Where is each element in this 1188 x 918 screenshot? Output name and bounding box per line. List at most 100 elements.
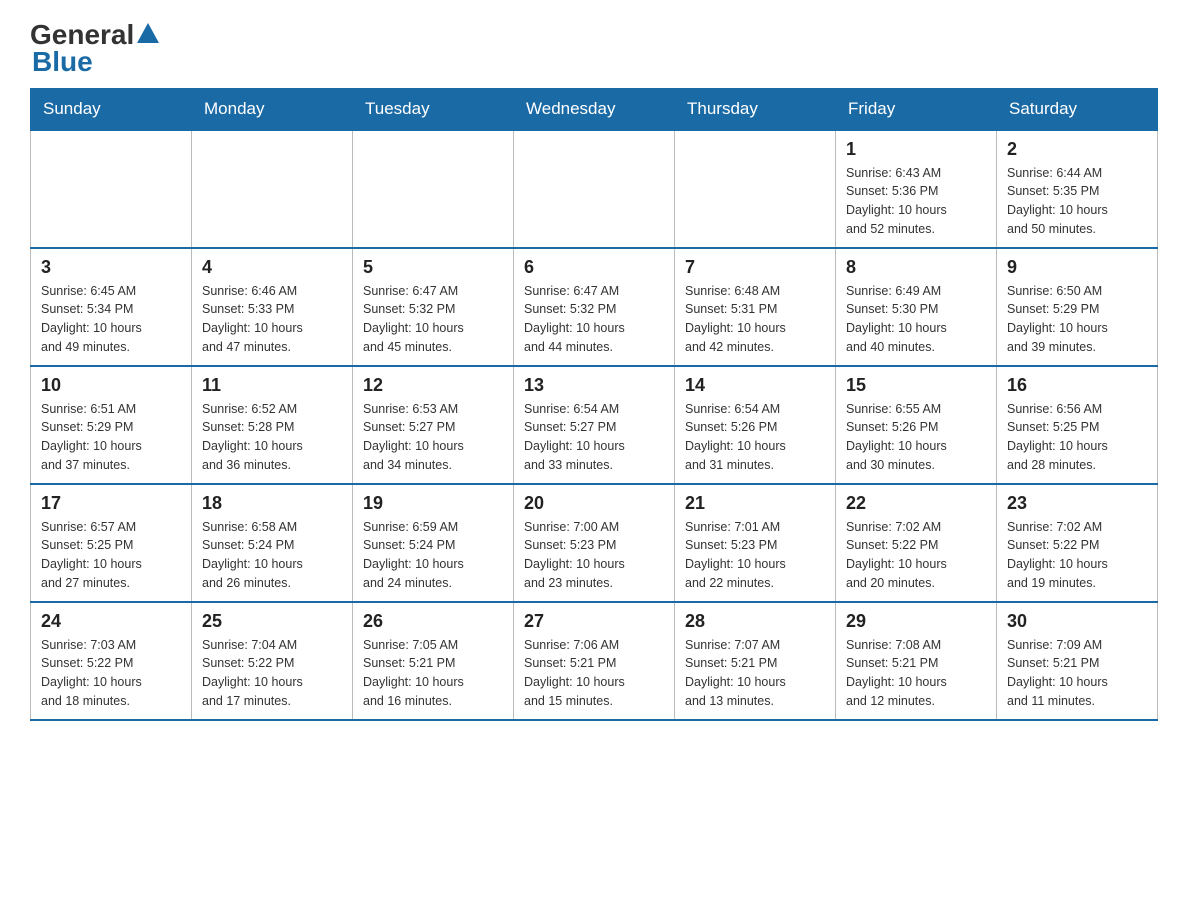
day-number: 3 (41, 257, 181, 278)
calendar-cell: 9 Sunrise: 6:50 AM Sunset: 5:29 PM Daylig… (997, 248, 1158, 366)
calendar-cell: 21 Sunrise: 7:01 AM Sunset: 5:23 PM Dayli… (675, 484, 836, 602)
page-header: General Blue (30, 20, 1158, 78)
week-row-4: 17 Sunrise: 6:57 AM Sunset: 5:25 PM Dayli… (31, 484, 1158, 602)
calendar-cell: 27 Sunrise: 7:06 AM Sunset: 5:21 PM Dayli… (514, 602, 675, 720)
calendar-cell: 7 Sunrise: 6:48 AM Sunset: 5:31 PM Daylig… (675, 248, 836, 366)
day-number: 10 (41, 375, 181, 396)
day-number: 17 (41, 493, 181, 514)
day-number: 5 (363, 257, 503, 278)
day-number: 23 (1007, 493, 1147, 514)
day-number: 28 (685, 611, 825, 632)
day-info: Sunrise: 6:50 AM Sunset: 5:29 PM Dayligh… (1007, 282, 1147, 357)
day-info: Sunrise: 6:55 AM Sunset: 5:26 PM Dayligh… (846, 400, 986, 475)
day-info: Sunrise: 6:44 AM Sunset: 5:35 PM Dayligh… (1007, 164, 1147, 239)
day-number: 21 (685, 493, 825, 514)
day-info: Sunrise: 6:46 AM Sunset: 5:33 PM Dayligh… (202, 282, 342, 357)
header-friday: Friday (836, 88, 997, 130)
day-info: Sunrise: 7:02 AM Sunset: 5:22 PM Dayligh… (846, 518, 986, 593)
day-info: Sunrise: 6:54 AM Sunset: 5:26 PM Dayligh… (685, 400, 825, 475)
day-number: 8 (846, 257, 986, 278)
header-sunday: Sunday (31, 88, 192, 130)
day-number: 30 (1007, 611, 1147, 632)
calendar-cell: 16 Sunrise: 6:56 AM Sunset: 5:25 PM Dayli… (997, 366, 1158, 484)
calendar-cell: 5 Sunrise: 6:47 AM Sunset: 5:32 PM Daylig… (353, 248, 514, 366)
day-number: 16 (1007, 375, 1147, 396)
day-number: 7 (685, 257, 825, 278)
day-number: 1 (846, 139, 986, 160)
calendar-cell: 3 Sunrise: 6:45 AM Sunset: 5:34 PM Daylig… (31, 248, 192, 366)
day-info: Sunrise: 6:57 AM Sunset: 5:25 PM Dayligh… (41, 518, 181, 593)
day-number: 29 (846, 611, 986, 632)
week-row-5: 24 Sunrise: 7:03 AM Sunset: 5:22 PM Dayli… (31, 602, 1158, 720)
calendar-cell: 14 Sunrise: 6:54 AM Sunset: 5:26 PM Dayli… (675, 366, 836, 484)
day-number: 14 (685, 375, 825, 396)
logo: General Blue (30, 20, 162, 78)
day-info: Sunrise: 6:56 AM Sunset: 5:25 PM Dayligh… (1007, 400, 1147, 475)
calendar-cell: 26 Sunrise: 7:05 AM Sunset: 5:21 PM Dayli… (353, 602, 514, 720)
day-number: 26 (363, 611, 503, 632)
calendar-cell: 15 Sunrise: 6:55 AM Sunset: 5:26 PM Dayli… (836, 366, 997, 484)
day-number: 2 (1007, 139, 1147, 160)
day-info: Sunrise: 6:59 AM Sunset: 5:24 PM Dayligh… (363, 518, 503, 593)
calendar-cell: 10 Sunrise: 6:51 AM Sunset: 5:29 PM Dayli… (31, 366, 192, 484)
header-wednesday: Wednesday (514, 88, 675, 130)
calendar-cell: 22 Sunrise: 7:02 AM Sunset: 5:22 PM Dayli… (836, 484, 997, 602)
calendar-cell: 29Sunrise: 7:08 AM Sunset: 5:21 PM Dayli… (836, 602, 997, 720)
calendar-cell (675, 130, 836, 248)
day-number: 4 (202, 257, 342, 278)
day-number: 11 (202, 375, 342, 396)
day-info: Sunrise: 7:03 AM Sunset: 5:22 PM Dayligh… (41, 636, 181, 711)
day-info: Sunrise: 7:06 AM Sunset: 5:21 PM Dayligh… (524, 636, 664, 711)
header-thursday: Thursday (675, 88, 836, 130)
day-info: Sunrise: 7:04 AM Sunset: 5:22 PM Dayligh… (202, 636, 342, 711)
calendar-cell (31, 130, 192, 248)
calendar-cell: 24 Sunrise: 7:03 AM Sunset: 5:22 PM Dayli… (31, 602, 192, 720)
calendar-cell: 6Sunrise: 6:47 AM Sunset: 5:32 PM Daylig… (514, 248, 675, 366)
day-info: Sunrise: 6:45 AM Sunset: 5:34 PM Dayligh… (41, 282, 181, 357)
day-info: Sunrise: 6:49 AM Sunset: 5:30 PM Dayligh… (846, 282, 986, 357)
logo-blue-text: Blue (32, 47, 93, 78)
week-row-3: 10 Sunrise: 6:51 AM Sunset: 5:29 PM Dayli… (31, 366, 1158, 484)
calendar-table: SundayMondayTuesdayWednesdayThursdayFrid… (30, 88, 1158, 721)
week-row-1: 1 Sunrise: 6:43 AM Sunset: 5:36 PM Daylig… (31, 130, 1158, 248)
day-info: Sunrise: 7:05 AM Sunset: 5:21 PM Dayligh… (363, 636, 503, 711)
day-info: Sunrise: 6:53 AM Sunset: 5:27 PM Dayligh… (363, 400, 503, 475)
day-info: Sunrise: 7:01 AM Sunset: 5:23 PM Dayligh… (685, 518, 825, 593)
week-row-2: 3 Sunrise: 6:45 AM Sunset: 5:34 PM Daylig… (31, 248, 1158, 366)
day-info: Sunrise: 6:58 AM Sunset: 5:24 PM Dayligh… (202, 518, 342, 593)
calendar-cell (192, 130, 353, 248)
day-info: Sunrise: 7:07 AM Sunset: 5:21 PM Dayligh… (685, 636, 825, 711)
day-number: 27 (524, 611, 664, 632)
day-number: 22 (846, 493, 986, 514)
day-info: Sunrise: 6:43 AM Sunset: 5:36 PM Dayligh… (846, 164, 986, 239)
day-info: Sunrise: 6:48 AM Sunset: 5:31 PM Dayligh… (685, 282, 825, 357)
day-info: Sunrise: 6:47 AM Sunset: 5:32 PM Dayligh… (363, 282, 503, 357)
day-info: Sunrise: 6:47 AM Sunset: 5:32 PM Dayligh… (524, 282, 664, 357)
calendar-cell (514, 130, 675, 248)
calendar-cell: 25 Sunrise: 7:04 AM Sunset: 5:22 PM Dayli… (192, 602, 353, 720)
header-tuesday: Tuesday (353, 88, 514, 130)
day-info: Sunrise: 7:00 AM Sunset: 5:23 PM Dayligh… (524, 518, 664, 593)
day-info: Sunrise: 7:02 AM Sunset: 5:22 PM Dayligh… (1007, 518, 1147, 593)
calendar-cell: 2 Sunrise: 6:44 AM Sunset: 5:35 PM Daylig… (997, 130, 1158, 248)
day-info: Sunrise: 6:51 AM Sunset: 5:29 PM Dayligh… (41, 400, 181, 475)
day-number: 13 (524, 375, 664, 396)
calendar-cell: 12 Sunrise: 6:53 AM Sunset: 5:27 PM Dayli… (353, 366, 514, 484)
calendar-cell: 23 Sunrise: 7:02 AM Sunset: 5:22 PM Dayli… (997, 484, 1158, 602)
day-info: Sunrise: 7:09 AM Sunset: 5:21 PM Dayligh… (1007, 636, 1147, 711)
calendar-cell: 8 Sunrise: 6:49 AM Sunset: 5:30 PM Daylig… (836, 248, 997, 366)
calendar-cell: 4 Sunrise: 6:46 AM Sunset: 5:33 PM Daylig… (192, 248, 353, 366)
day-number: 9 (1007, 257, 1147, 278)
day-number: 15 (846, 375, 986, 396)
calendar-cell (353, 130, 514, 248)
header-monday: Monday (192, 88, 353, 130)
day-info: Sunrise: 6:52 AM Sunset: 5:28 PM Dayligh… (202, 400, 342, 475)
day-number: 25 (202, 611, 342, 632)
day-info: Sunrise: 6:54 AM Sunset: 5:27 PM Dayligh… (524, 400, 664, 475)
calendar-cell: 30 Sunrise: 7:09 AM Sunset: 5:21 PM Dayli… (997, 602, 1158, 720)
calendar-cell: 28 Sunrise: 7:07 AM Sunset: 5:21 PM Dayli… (675, 602, 836, 720)
day-number: 12 (363, 375, 503, 396)
calendar-cell: 18Sunrise: 6:58 AM Sunset: 5:24 PM Dayli… (192, 484, 353, 602)
calendar-cell: 13 Sunrise: 6:54 AM Sunset: 5:27 PM Dayli… (514, 366, 675, 484)
day-number: 24 (41, 611, 181, 632)
